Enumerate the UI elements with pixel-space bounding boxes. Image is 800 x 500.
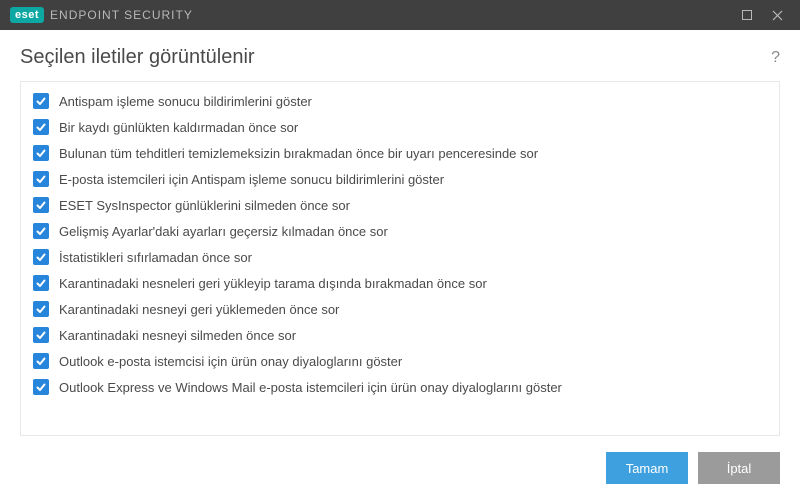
list-item-label: Outlook e-posta istemcisi için ürün onay… [59,354,402,369]
checkbox[interactable] [33,353,49,369]
check-icon [35,121,47,133]
checkbox[interactable] [33,119,49,135]
maximize-icon [742,10,752,20]
maximize-button[interactable] [732,0,762,30]
checkbox[interactable] [33,145,49,161]
check-icon [35,199,47,211]
ok-button[interactable]: Tamam [606,452,688,484]
checkbox[interactable] [33,197,49,213]
list-item: ESET SysInspector günlüklerini silmeden … [21,192,779,218]
checkbox[interactable] [33,379,49,395]
brand-product: ENDPOINT SECURITY [50,8,193,22]
check-icon [35,95,47,107]
close-button[interactable] [762,0,792,30]
messages-list[interactable]: Antispam işleme sonucu bildirimlerini gö… [20,81,780,436]
checkbox[interactable] [33,327,49,343]
brand-badge: eset [10,7,44,23]
check-icon [35,225,47,237]
check-icon [35,303,47,315]
checkbox[interactable] [33,249,49,265]
list-item: Bir kaydı günlükten kaldırmadan önce sor [21,114,779,140]
list-item-label: Bulunan tüm tehditleri temizlemeksizin b… [59,146,538,161]
check-icon [35,277,47,289]
list-item: Gelişmiş Ayarlar'daki ayarları geçersiz … [21,218,779,244]
close-icon [772,10,783,21]
list-item: Antispam işleme sonucu bildirimlerini gö… [21,88,779,114]
list-item: Outlook e-posta istemcisi için ürün onay… [21,348,779,374]
list-item-label: Antispam işleme sonucu bildirimlerini gö… [59,94,312,109]
list-item-label: E-posta istemcileri için Antispam işleme… [59,172,444,187]
help-button[interactable]: ? [771,49,780,67]
list-item-label: Karantinadaki nesneleri geri yükleyip ta… [59,276,487,291]
list-item: Outlook Express ve Windows Mail e-posta … [21,374,779,400]
titlebar: eset ENDPOINT SECURITY [0,0,800,30]
check-icon [35,355,47,367]
checkbox[interactable] [33,171,49,187]
list-item-label: İstatistikleri sıfırlamadan önce sor [59,250,252,265]
dialog-title: Seçilen iletiler görüntülenir [20,46,771,69]
list-item-label: Karantinadaki nesneyi geri yüklemeden ön… [59,302,339,317]
checkbox[interactable] [33,301,49,317]
list-item-label: Outlook Express ve Windows Mail e-posta … [59,380,562,395]
check-icon [35,251,47,263]
dialog-footer: Tamam İptal [0,436,800,500]
checkbox[interactable] [33,275,49,291]
checkbox[interactable] [33,223,49,239]
list-item-label: Bir kaydı günlükten kaldırmadan önce sor [59,120,298,135]
brand-logo: eset ENDPOINT SECURITY [10,7,193,23]
list-item-label: Karantinadaki nesneyi silmeden önce sor [59,328,296,343]
list-item: E-posta istemcileri için Antispam işleme… [21,166,779,192]
list-item: İstatistikleri sıfırlamadan önce sor [21,244,779,270]
check-icon [35,173,47,185]
dialog-header: Seçilen iletiler görüntülenir ? [0,30,800,81]
list-item-label: ESET SysInspector günlüklerini silmeden … [59,198,350,213]
list-item-label: Gelişmiş Ayarlar'daki ayarları geçersiz … [59,224,388,239]
check-icon [35,329,47,341]
check-icon [35,381,47,393]
checkbox[interactable] [33,93,49,109]
check-icon [35,147,47,159]
list-item: Bulunan tüm tehditleri temizlemeksizin b… [21,140,779,166]
list-item: Karantinadaki nesneyi silmeden önce sor [21,322,779,348]
list-item: Karantinadaki nesneleri geri yükleyip ta… [21,270,779,296]
list-item: Karantinadaki nesneyi geri yüklemeden ön… [21,296,779,322]
cancel-button[interactable]: İptal [698,452,780,484]
